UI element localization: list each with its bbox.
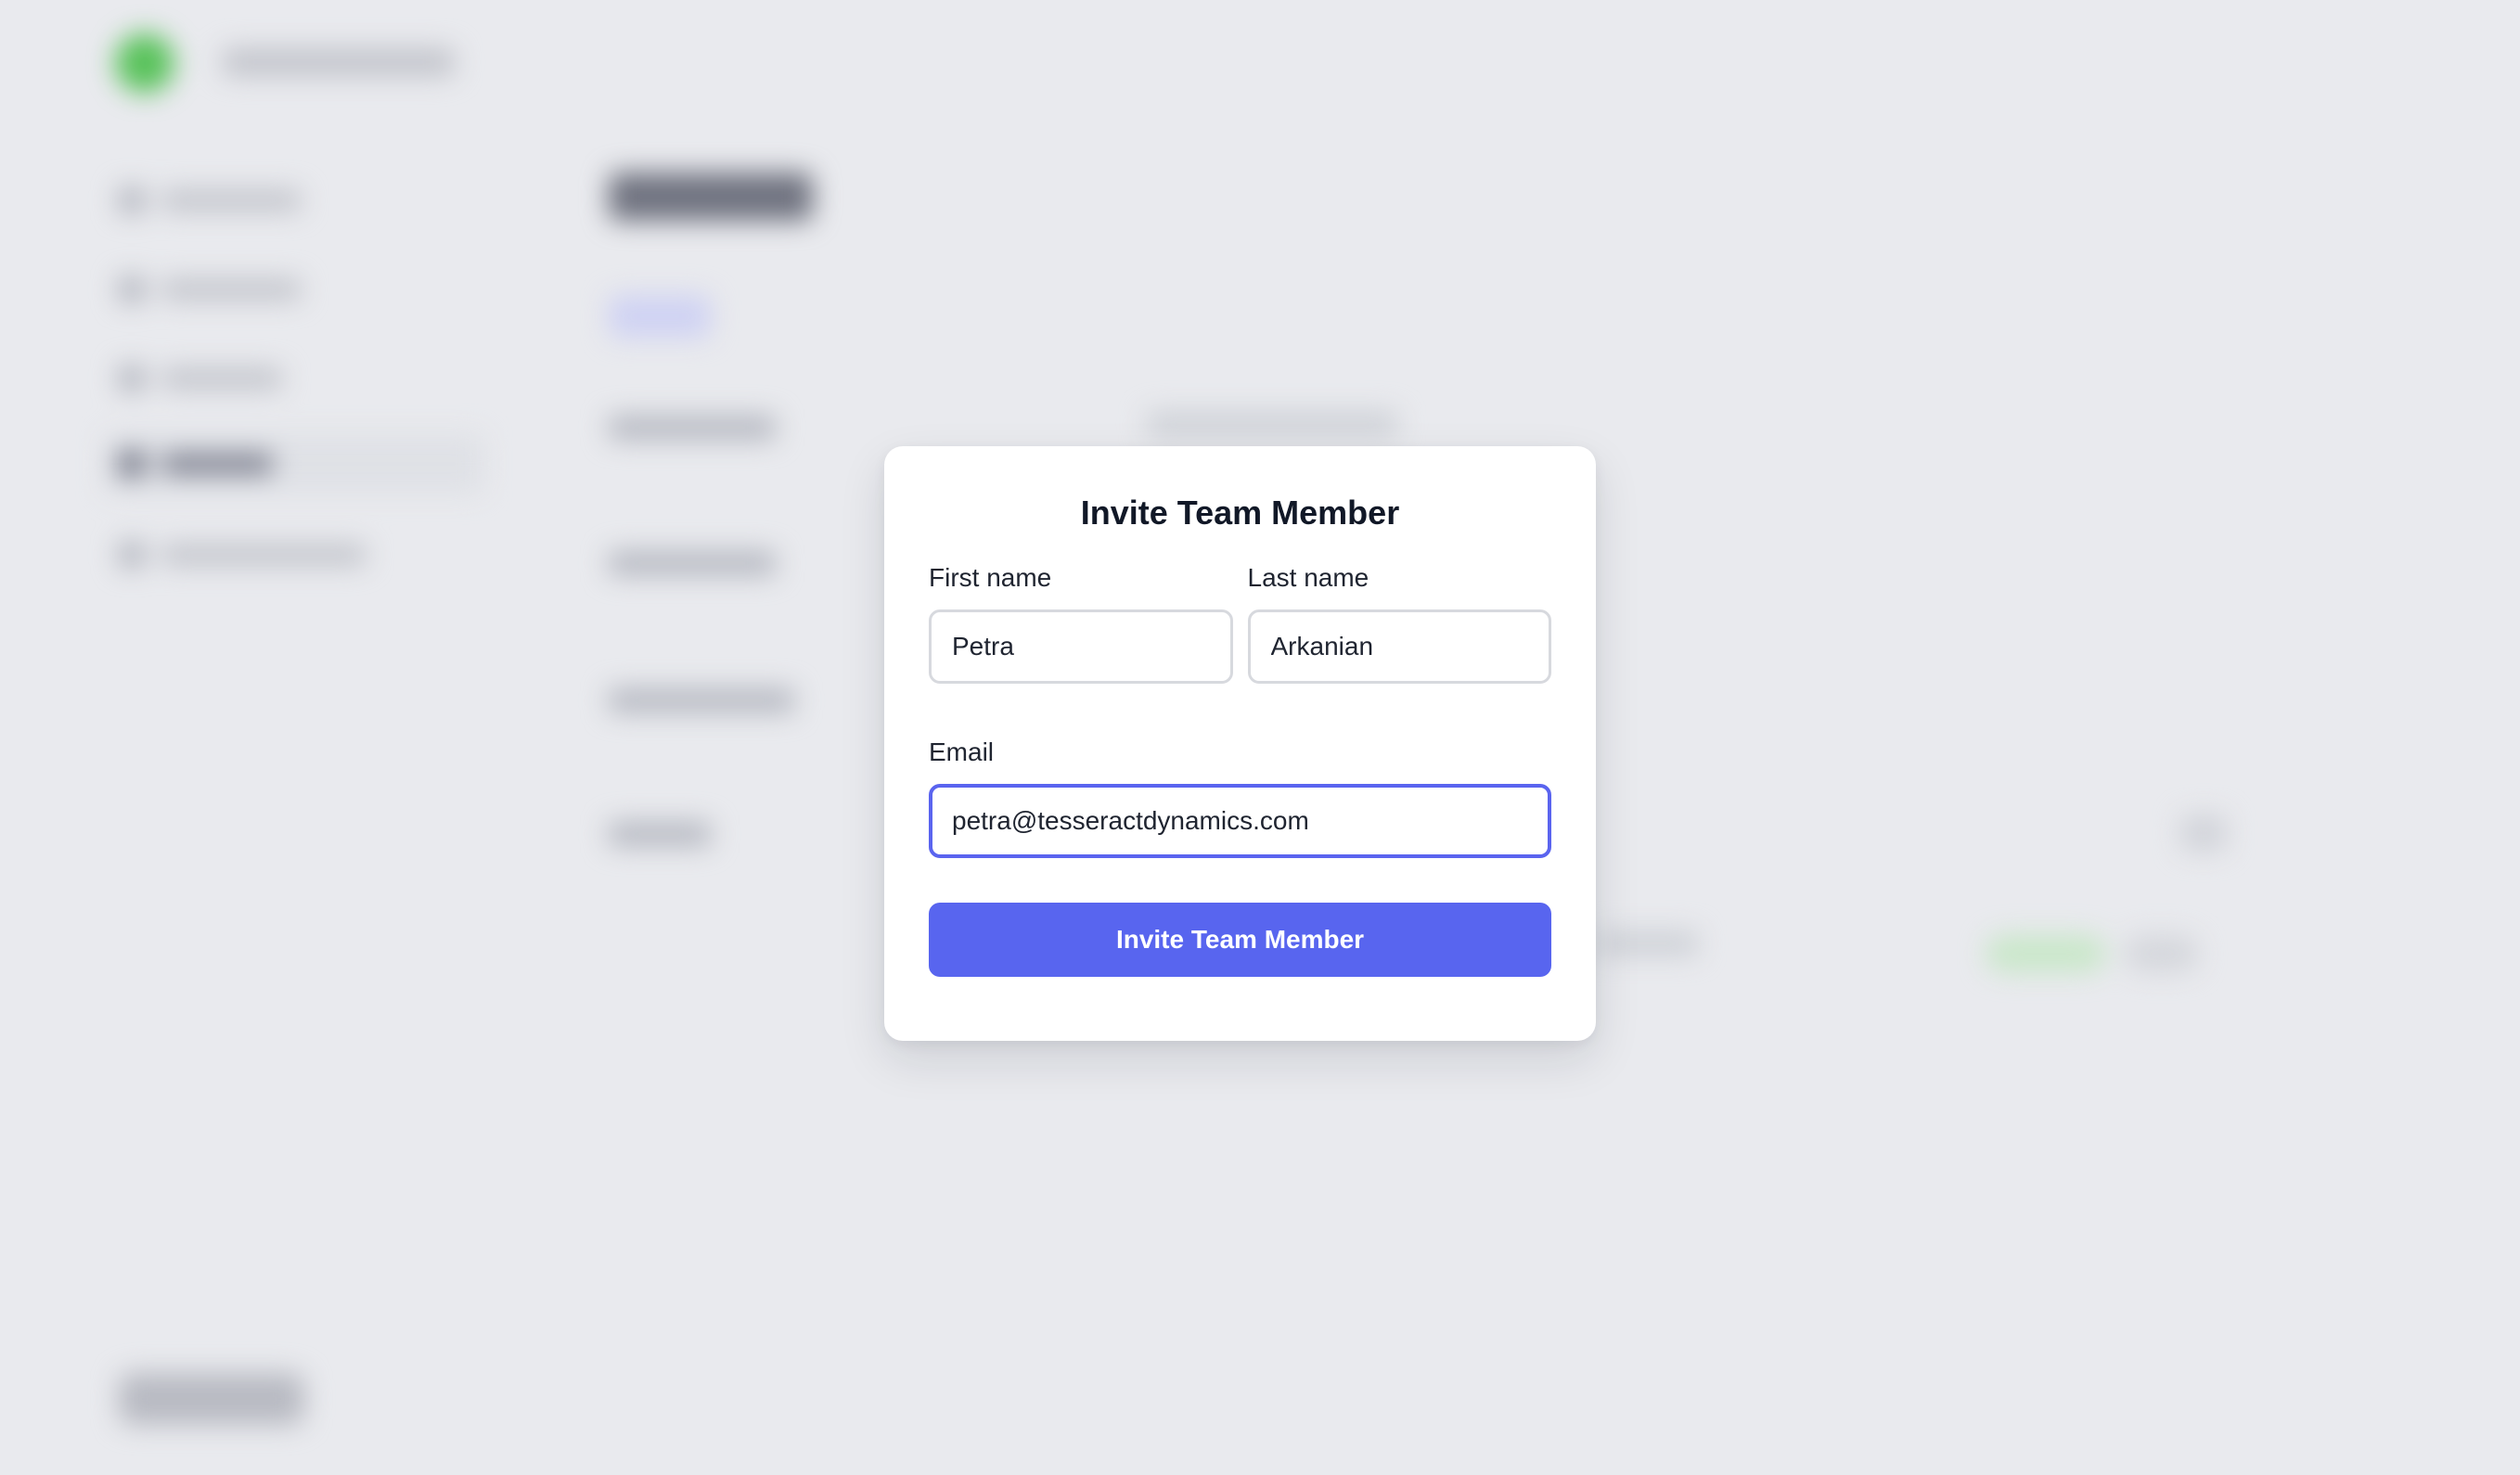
sidebar-item-icon xyxy=(119,451,145,477)
sidebar-item xyxy=(119,360,282,397)
name-row: First name Last name xyxy=(929,561,1551,684)
sidebar-item-label xyxy=(161,190,301,211)
sidebar-item-label xyxy=(161,454,273,474)
last-name-field: Last name xyxy=(1247,561,1551,684)
invite-team-member-button[interactable]: Invite Team Member xyxy=(929,903,1551,977)
email-field: Email xyxy=(929,736,1551,858)
sidebar-item-icon xyxy=(119,187,145,213)
tab-placeholder xyxy=(609,295,711,338)
sidebar-item-icon xyxy=(119,542,145,568)
sidebar-item-label xyxy=(161,545,366,565)
modal-title: Invite Team Member xyxy=(1080,494,1400,532)
row-action-placeholder xyxy=(2125,935,2199,972)
first-name-field: First name xyxy=(929,561,1233,684)
settings-row-label xyxy=(609,416,776,440)
sidebar-item-active xyxy=(119,445,273,482)
email-input[interactable] xyxy=(929,784,1551,858)
status-badge-placeholder xyxy=(1986,935,2106,972)
last-name-label: Last name xyxy=(1247,563,1369,592)
settings-row-value xyxy=(1596,931,1698,956)
sidebar-item-label xyxy=(161,279,301,300)
sidebar-item-label xyxy=(161,368,282,389)
invite-team-member-modal: Invite Team Member First name Last name … xyxy=(884,446,1596,1041)
brand-logo xyxy=(115,33,174,93)
brand-name-placeholder xyxy=(223,48,455,76)
last-name-input[interactable] xyxy=(1247,609,1551,684)
sidebar-item-icon xyxy=(119,366,145,391)
settings-row-label xyxy=(609,822,711,846)
settings-row-value xyxy=(1147,412,1397,436)
sidebar-item-icon xyxy=(119,276,145,302)
sidebar-item xyxy=(119,536,366,573)
page-title-placeholder xyxy=(609,173,813,221)
first-name-input[interactable] xyxy=(929,609,1233,684)
email-label: Email xyxy=(929,738,995,766)
settings-row-label xyxy=(609,551,776,575)
sidebar-item xyxy=(119,271,301,308)
sidebar-item xyxy=(119,182,301,219)
settings-row-label xyxy=(609,688,794,712)
first-name-label: First name xyxy=(929,563,1052,592)
footer-placeholder xyxy=(119,1373,304,1425)
row-action-placeholder xyxy=(2180,814,2227,852)
